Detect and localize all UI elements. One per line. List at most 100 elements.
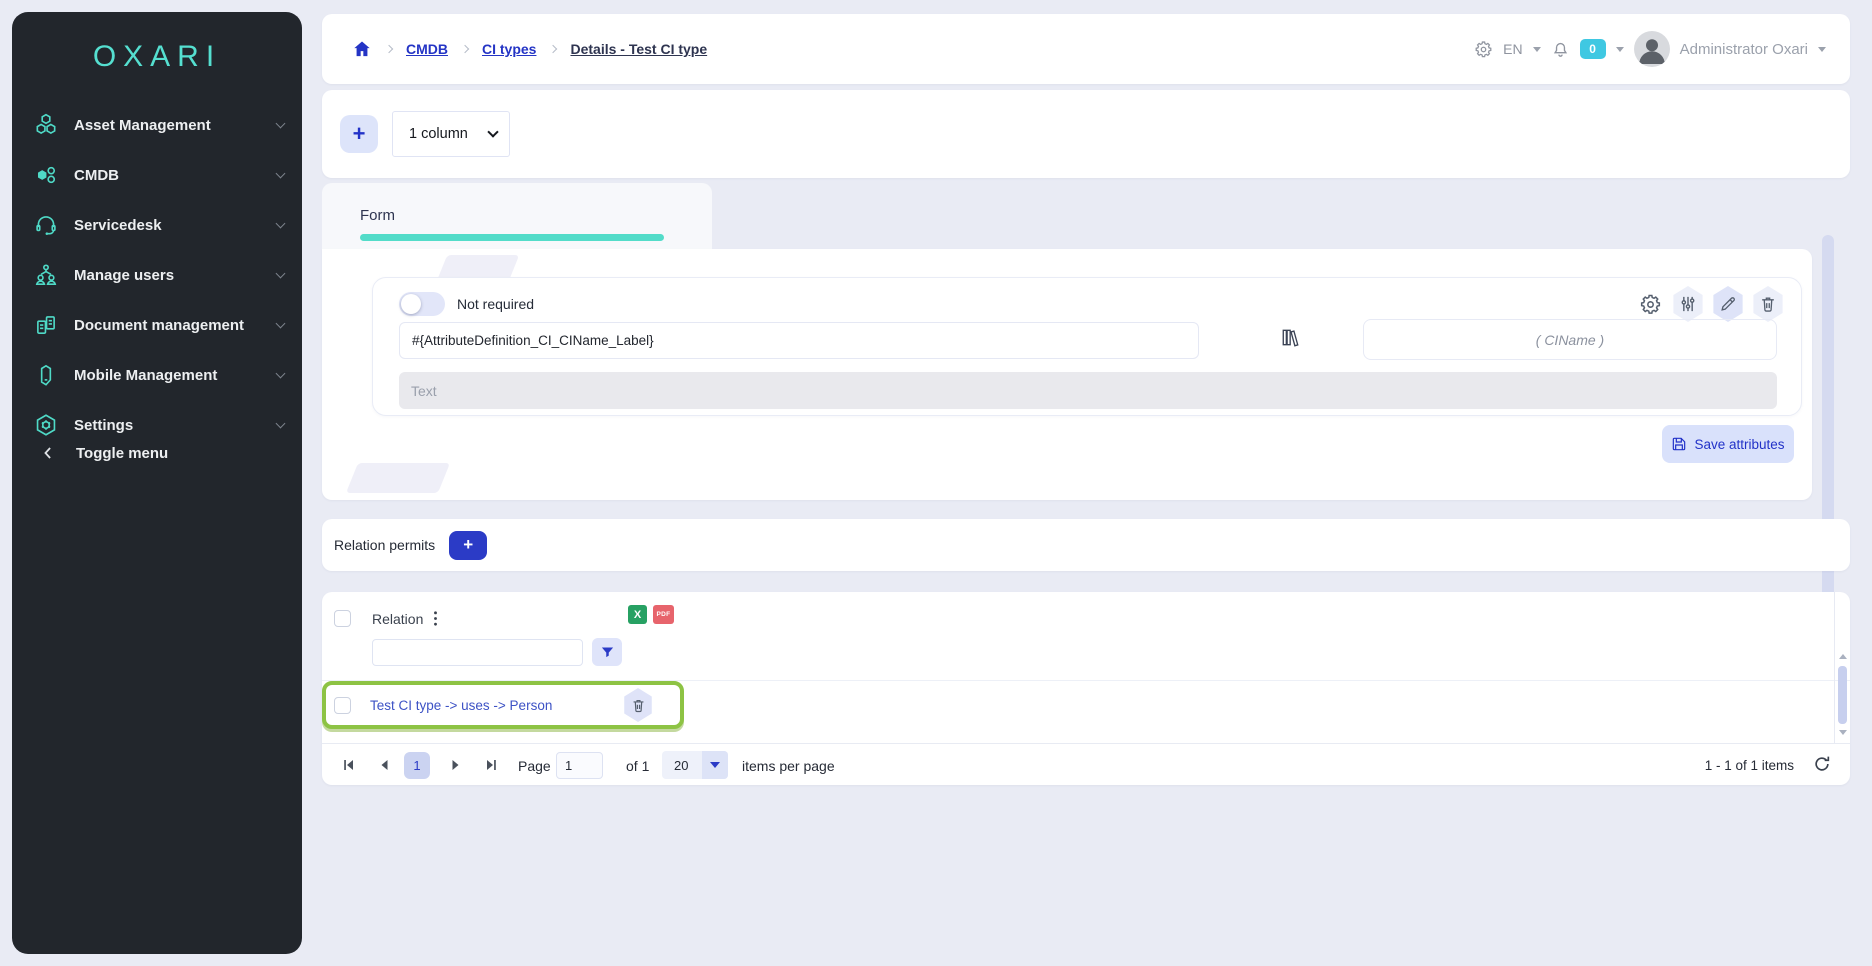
- gear-icon[interactable]: [1474, 40, 1493, 59]
- breadcrumb-bar: CMDB CI types Details - Test CI type EN …: [322, 14, 1850, 84]
- attribute-settings-button[interactable]: [1635, 286, 1665, 322]
- chevron-down-icon: [276, 169, 286, 179]
- scroll-up-icon[interactable]: [1839, 654, 1847, 659]
- tab-form-label: Form: [360, 207, 395, 224]
- save-attributes-button[interactable]: Save attributes: [1662, 425, 1794, 463]
- attribute-edit-button[interactable]: [1711, 286, 1745, 322]
- drag-handle-decoration: [346, 463, 450, 493]
- layout-toolbar: + 1 column: [322, 90, 1850, 178]
- save-attributes-label: Save attributes: [1694, 437, 1784, 452]
- sidebar-item-label: Asset Management: [74, 117, 277, 134]
- relation-table: Relation X PDF Test CI type -> uses -> P…: [322, 592, 1850, 785]
- sidebar-item-cmdb[interactable]: CMDB: [12, 150, 302, 200]
- column-menu-icon[interactable]: [428, 610, 443, 632]
- add-section-button[interactable]: +: [340, 115, 378, 153]
- chevron-down-icon: [276, 269, 286, 279]
- cmdb-icon: [32, 161, 60, 189]
- language-selector[interactable]: EN: [1503, 41, 1522, 57]
- funnel-icon: [600, 645, 615, 660]
- sidebar: OXARI Asset Management CMDB Servicedesk: [12, 12, 302, 954]
- sidebar-item-label: Servicedesk: [74, 217, 277, 234]
- home-icon[interactable]: [352, 39, 372, 59]
- delete-relation-button[interactable]: [622, 688, 654, 722]
- breadcrumb-separator-icon: [385, 45, 393, 53]
- relation-link[interactable]: Test CI type -> uses -> Person: [370, 698, 622, 713]
- page-of-label: of 1: [626, 758, 649, 774]
- tab-form[interactable]: Form: [322, 183, 712, 249]
- sidebar-item-manage-users[interactable]: Manage users: [12, 250, 302, 300]
- sidebar-item-label: Manage users: [74, 267, 277, 284]
- notification-badge: 0: [1580, 39, 1606, 59]
- books-icon[interactable]: [1278, 326, 1301, 354]
- caret-down-icon[interactable]: [1616, 47, 1624, 52]
- sidebar-item-servicedesk[interactable]: Servicedesk: [12, 200, 302, 250]
- next-page-button[interactable]: [442, 752, 468, 778]
- document-management-icon: [32, 311, 60, 339]
- page-label: Page: [518, 758, 551, 774]
- bell-icon[interactable]: [1551, 40, 1570, 59]
- floppy-icon: [1671, 436, 1687, 452]
- avatar[interactable]: [1634, 31, 1670, 67]
- caret-down-icon[interactable]: [1533, 47, 1541, 52]
- attribute-options-button[interactable]: [1671, 286, 1705, 322]
- trash-icon: [630, 697, 647, 714]
- last-page-button[interactable]: [478, 752, 504, 778]
- pagination-bar: 1 Page of 1 20 items per page 1 - 1 of 1…: [322, 743, 1850, 785]
- table-scrollbar[interactable]: [1834, 592, 1850, 743]
- relation-permits-title: Relation permits: [334, 537, 435, 553]
- attribute-system-name: ( CIName ): [1363, 319, 1777, 360]
- form-builder-card: Not required ( CIName ) Save attributes: [322, 249, 1812, 500]
- sidebar-item-label: CMDB: [74, 167, 277, 184]
- column-layout-value: 1 column: [409, 126, 489, 142]
- pencil-icon: [1718, 294, 1738, 314]
- column-layout-select[interactable]: 1 column: [392, 111, 510, 157]
- toggle-menu-label: Toggle menu: [76, 445, 168, 462]
- chevron-left-icon: [38, 443, 58, 463]
- toggle-knob: [401, 294, 421, 314]
- refresh-icon[interactable]: [1812, 754, 1832, 779]
- asset-management-icon: [32, 111, 60, 139]
- gear-icon: [1639, 293, 1662, 316]
- chevron-down-icon: [276, 119, 286, 129]
- sidebar-item-label: Document management: [74, 317, 277, 334]
- app-logo: OXARI: [12, 12, 302, 74]
- add-relation-permit-button[interactable]: +: [449, 531, 487, 560]
- scrollbar-thumb[interactable]: [1838, 666, 1847, 724]
- required-toggle[interactable]: [399, 292, 445, 316]
- sidebar-item-label: Mobile Management: [74, 367, 277, 384]
- manage-users-icon: [32, 261, 60, 289]
- attribute-delete-button[interactable]: [1751, 286, 1785, 322]
- export-pdf-icon[interactable]: PDF: [653, 605, 674, 624]
- mobile-management-icon: [32, 361, 60, 389]
- breadcrumb-current: Details - Test CI type: [570, 41, 707, 57]
- relation-filter-input[interactable]: [372, 639, 583, 666]
- column-header-relation: Relation: [372, 611, 423, 627]
- sidebar-item-document-management[interactable]: Document management: [12, 300, 302, 350]
- scroll-down-icon[interactable]: [1839, 730, 1847, 735]
- toggle-menu-button[interactable]: Toggle menu: [12, 428, 302, 478]
- previous-page-button[interactable]: [372, 752, 398, 778]
- sidebar-item-asset-management[interactable]: Asset Management: [12, 100, 302, 150]
- chevron-down-icon: [487, 126, 498, 137]
- chevron-down-icon: [276, 319, 286, 329]
- page-size-select[interactable]: 20: [662, 751, 728, 779]
- caret-down-icon: [702, 751, 728, 779]
- breadcrumb-link-ci-types[interactable]: CI types: [482, 41, 536, 57]
- attribute-label-input[interactable]: [399, 322, 1199, 359]
- export-excel-icon[interactable]: X: [628, 605, 647, 624]
- required-toggle-label: Not required: [457, 296, 534, 312]
- breadcrumb-link-cmdb[interactable]: CMDB: [406, 41, 448, 57]
- caret-down-icon[interactable]: [1818, 47, 1826, 52]
- attribute-type-input[interactable]: [399, 372, 1777, 409]
- select-all-checkbox[interactable]: [334, 610, 351, 627]
- page-number-input[interactable]: [556, 752, 603, 779]
- user-name[interactable]: Administrator Oxari: [1680, 41, 1808, 58]
- filter-button[interactable]: [592, 638, 622, 666]
- breadcrumb: CMDB CI types Details - Test CI type: [352, 39, 1474, 59]
- page-number-button[interactable]: 1: [404, 752, 430, 779]
- sidebar-item-mobile-management[interactable]: Mobile Management: [12, 350, 302, 400]
- relation-permits-bar: Relation permits +: [322, 519, 1850, 571]
- first-page-button[interactable]: [336, 752, 362, 778]
- row-checkbox[interactable]: [334, 697, 351, 714]
- highlighted-table-row[interactable]: Test CI type -> uses -> Person: [322, 681, 684, 729]
